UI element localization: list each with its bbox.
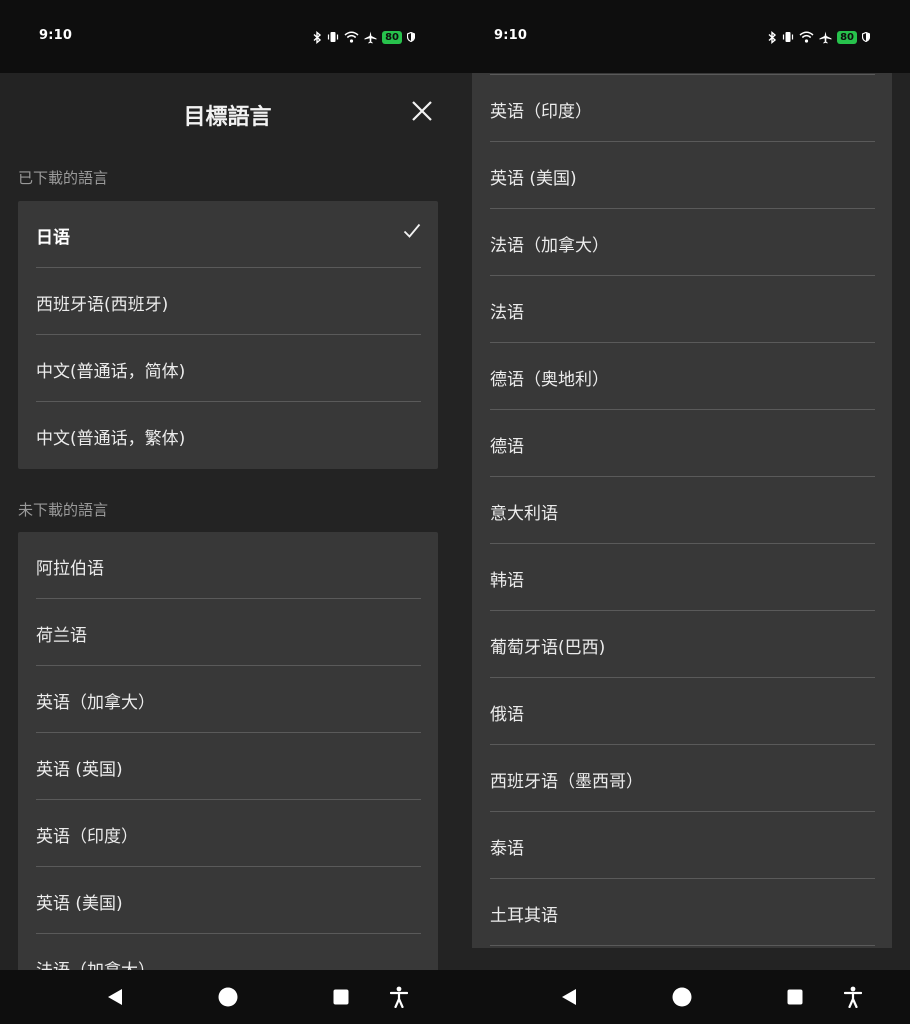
battery-indicator: 80	[837, 30, 857, 44]
list-item[interactable]: 土耳其语	[490, 879, 875, 946]
list-item-label: 西班牙语(西班牙)	[36, 295, 169, 315]
list-item[interactable]: 英语（加拿大）	[36, 666, 421, 733]
list-item-label: 中文(普通话，繁体)	[36, 429, 186, 449]
list-item-label: 中文(普通话，简体)	[36, 362, 186, 382]
list-item-label: 阿拉伯语	[36, 559, 104, 579]
list-item-label: 英语（印度）	[36, 827, 138, 847]
recents-button[interactable]	[321, 970, 361, 1024]
list-item[interactable]: 泰语	[490, 812, 875, 879]
accessibility-icon	[844, 986, 862, 1008]
status-icons: 80	[767, 29, 870, 45]
list-item-label: 德语（奥地利）	[490, 370, 609, 390]
home-button[interactable]	[208, 970, 248, 1024]
back-button[interactable]	[549, 970, 589, 1024]
list-item-label: 韩语	[490, 571, 524, 591]
status-bar: 9:10 80	[455, 0, 910, 73]
list-item-label: 泰语	[490, 839, 524, 859]
list-item[interactable]: 中文(普通话，简体)	[36, 335, 421, 402]
downloaded-section-label: 已下載的語言	[18, 169, 109, 187]
accessibility-button[interactable]	[833, 970, 873, 1024]
list-item-label: 英语 (英国)	[36, 760, 123, 780]
airplane-icon	[364, 31, 377, 44]
list-item-label: 德语	[490, 437, 524, 457]
list-item[interactable]: 英语 (英国)	[36, 733, 421, 800]
list-item-label: 法语	[490, 303, 524, 323]
downloaded-list: 日语 西班牙语(西班牙) 中文(普通话，简体) 中文(普通话，繁体)	[18, 201, 438, 469]
list-item[interactable]: 阿拉伯语	[36, 532, 421, 599]
recents-icon	[333, 989, 349, 1005]
not-downloaded-list-scrolled: 英语（印度） 英语 (美国) 法语（加拿大） 法语 德语（奥地利） 德语 意大利…	[472, 73, 892, 948]
list-item-label: 英语（加拿大）	[36, 693, 155, 713]
list-item[interactable]: 荷兰语	[36, 599, 421, 666]
navigation-bar	[455, 970, 910, 1024]
close-icon	[412, 101, 432, 121]
back-icon	[562, 989, 576, 1005]
page-title: 目標語言	[183, 105, 272, 130]
wifi-icon	[799, 31, 814, 43]
accessibility-icon	[390, 986, 408, 1008]
home-icon	[672, 987, 692, 1007]
check-icon	[403, 223, 421, 243]
home-icon	[218, 987, 238, 1007]
list-item-label: 日语	[36, 228, 70, 248]
vibrate-icon	[782, 31, 794, 43]
home-button[interactable]	[662, 970, 702, 1024]
list-item-japanese[interactable]: 日语	[36, 201, 421, 268]
wifi-icon	[344, 31, 359, 43]
bluetooth-icon	[312, 30, 322, 44]
list-item[interactable]: 德语	[490, 410, 875, 477]
recents-icon	[787, 989, 803, 1005]
screen-right: 9:10 80 英语（印度） 英语 (美国) 法语（加拿大） 法语 德语（奥地利…	[455, 0, 910, 1024]
list-item[interactable]: 中文(普通话，繁体)	[36, 402, 421, 469]
status-time: 9:10	[494, 28, 528, 43]
status-bar: 9:10 80	[0, 0, 455, 73]
recents-button[interactable]	[775, 970, 815, 1024]
back-button[interactable]	[95, 970, 135, 1024]
list-item[interactable]: 葡萄牙语(巴西)	[490, 611, 875, 678]
list-item[interactable]: 西班牙语(西班牙)	[36, 268, 421, 335]
list-item-label: 荷兰语	[36, 626, 87, 646]
list-item[interactable]: 意大利语	[490, 477, 875, 544]
list-item[interactable]: 德语（奥地利）	[490, 343, 875, 410]
list-item[interactable]: 法语	[490, 276, 875, 343]
list-item[interactable]: 英语（印度）	[36, 800, 421, 867]
list-item-label: 法语（加拿大）	[490, 236, 609, 256]
shield-icon	[407, 32, 415, 42]
list-item-label: 英语（印度）	[490, 102, 592, 122]
list-item-label: 意大利语	[490, 504, 558, 524]
accessibility-button[interactable]	[379, 970, 419, 1024]
list-item[interactable]: 英语（印度）	[490, 75, 875, 142]
bluetooth-icon	[767, 30, 777, 44]
list-item[interactable]: 俄语	[490, 678, 875, 745]
not-downloaded-list: 阿拉伯语 荷兰语 英语（加拿大） 英语 (英国) 英语（印度） 英语 (美国) …	[18, 532, 438, 1001]
list-item-label: 葡萄牙语(巴西)	[490, 638, 606, 658]
shield-icon	[862, 32, 870, 42]
battery-indicator: 80	[382, 30, 402, 44]
list-item-label: 英语 (美国)	[36, 894, 123, 914]
list-item-label: 英语 (美国)	[490, 169, 577, 189]
status-time: 9:10	[39, 28, 73, 43]
list-item[interactable]: 韩语	[490, 544, 875, 611]
list-item-label: 土耳其语	[490, 906, 558, 926]
vibrate-icon	[327, 31, 339, 43]
list-item-label: 俄语	[490, 705, 524, 725]
list-item[interactable]: 英语 (美国)	[490, 142, 875, 209]
header: 目標語言	[0, 73, 455, 153]
navigation-bar	[0, 970, 455, 1024]
list-item[interactable]: 法语（加拿大）	[490, 209, 875, 276]
list-item-label: 西班牙语（墨西哥）	[490, 772, 643, 792]
airplane-icon	[819, 31, 832, 44]
list-item[interactable]: 英语 (美国)	[36, 867, 421, 934]
close-button[interactable]	[407, 96, 437, 126]
status-icons: 80	[312, 29, 415, 45]
list-item[interactable]: 西班牙语（墨西哥）	[490, 745, 875, 812]
screen-left: 9:10 80 目標語言 已下載的語言 日语 西班牙语(西班牙) 中文(普通话，…	[0, 0, 455, 1024]
not-downloaded-section-label: 未下載的語言	[18, 501, 109, 519]
back-icon	[108, 989, 122, 1005]
